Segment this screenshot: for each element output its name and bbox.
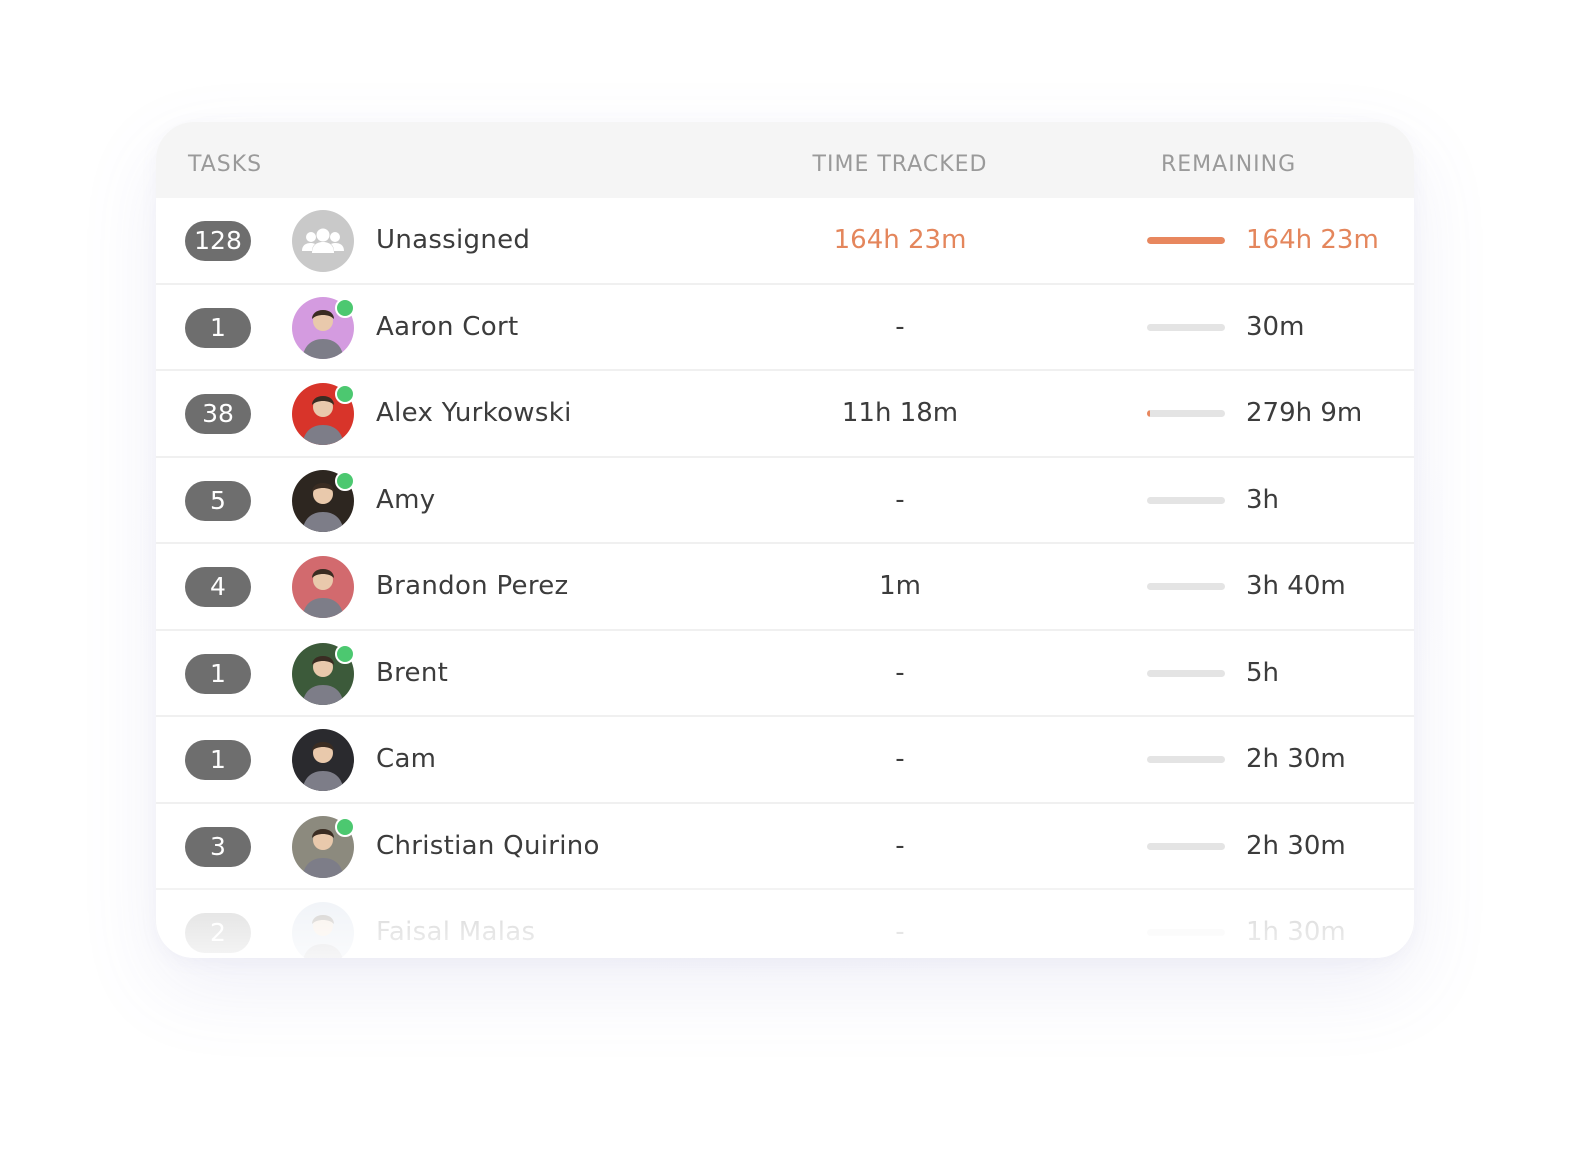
remaining-progress-bar	[1147, 669, 1225, 677]
table-row[interactable]: 4 Brandon Perez 1m 3h 40m	[156, 544, 1414, 631]
remaining-progress-fill	[1147, 237, 1225, 244]
assignee-name[interactable]: Aaron Cort	[376, 312, 518, 342]
remaining-value: 1h 30m	[1246, 917, 1346, 947]
remaining-value: 3h	[1246, 484, 1280, 515]
time-tracked-value: -	[895, 917, 905, 947]
table-row[interactable]: 1 Aaron Cort - 30m	[156, 285, 1414, 371]
avatar	[292, 902, 354, 958]
time-tracked-value: 164h 23m	[833, 225, 967, 255]
task-count-badge: 1	[185, 653, 251, 694]
remaining-value: 3h 40m	[1246, 571, 1346, 601]
table-row[interactable]: 2 Faisal Malas - 1h 30m	[156, 890, 1414, 958]
assignee-name[interactable]: Brandon Perez	[376, 571, 569, 601]
remaining-progress-fill	[1147, 410, 1151, 417]
remaining-progress-bar	[1147, 842, 1225, 850]
time-tracking-table: TASKS TIME TRACKED REMAINING 128 Unassign…	[156, 122, 1414, 958]
task-count-badge: 2	[185, 913, 251, 953]
time-tracked-value: 11h 18m	[841, 398, 959, 428]
task-count-badge: 1	[185, 740, 251, 780]
table-body: 128 Unassigned 164h 23m 164h 23m 1 Aaron Cort…	[156, 198, 1414, 958]
assignee-name[interactable]: Faisal Malas	[376, 917, 535, 947]
table-header: TASKS TIME TRACKED REMAINING	[156, 122, 1414, 198]
time-tracked-value: 1m	[879, 571, 921, 601]
avatar	[292, 729, 354, 791]
assignee-name[interactable]: Cam	[376, 744, 436, 774]
assignee-name[interactable]: Unassigned	[376, 225, 530, 255]
remaining-value: 30m	[1246, 311, 1305, 342]
remaining-value: 2h 30m	[1246, 744, 1346, 774]
time-tracked-value: -	[895, 484, 905, 515]
online-status-dot	[335, 643, 355, 664]
remaining-value: 2h 30m	[1246, 830, 1346, 861]
remaining-value: 164h 23m	[1246, 225, 1379, 255]
time-tracked-value: -	[895, 311, 905, 342]
table-row[interactable]: 5 Amy - 3h	[156, 458, 1414, 544]
time-tracked-value: -	[895, 744, 905, 774]
column-header-time-tracked[interactable]: TIME TRACKED	[806, 152, 994, 177]
time-tracked-value: -	[895, 830, 905, 861]
time-tracked-value: -	[895, 657, 905, 688]
remaining-progress-bar	[1147, 929, 1225, 936]
avatar	[292, 556, 354, 618]
group-icon	[292, 210, 354, 272]
table-row[interactable]: 1 Brent - 5h	[156, 631, 1414, 717]
remaining-progress-bar	[1147, 410, 1225, 417]
remaining-value: 279h 9m	[1246, 398, 1363, 428]
column-header-remaining[interactable]: REMAINING	[1161, 152, 1296, 177]
task-count-badge: 128	[185, 221, 251, 261]
task-count-badge: 38	[185, 394, 251, 434]
task-count-badge: 4	[185, 567, 251, 607]
remaining-progress-bar	[1147, 323, 1225, 331]
task-count-badge: 5	[185, 480, 251, 521]
assignee-name[interactable]: Christian Quirino	[376, 831, 600, 861]
online-status-dot	[335, 470, 355, 491]
remaining-progress-bar	[1147, 583, 1225, 590]
task-count-badge: 1	[185, 307, 251, 348]
online-status-dot	[335, 816, 355, 837]
table-row[interactable]: 38 Alex Yurkowski 11h 18m 279h 9m	[156, 371, 1414, 458]
online-status-dot	[335, 297, 355, 318]
assignee-name[interactable]: Amy	[376, 485, 435, 515]
online-status-dot	[335, 384, 355, 404]
assignee-name[interactable]: Brent	[376, 658, 448, 688]
remaining-progress-bar	[1147, 237, 1225, 244]
table-row[interactable]: 3 Christian Quirino - 2h 30m	[156, 804, 1414, 890]
remaining-progress-bar	[1147, 756, 1225, 763]
table-row[interactable]: 1 Cam - 2h 30m	[156, 717, 1414, 804]
assignee-name[interactable]: Alex Yurkowski	[376, 398, 572, 428]
task-count-badge: 3	[185, 826, 251, 867]
column-header-tasks[interactable]: TASKS	[188, 152, 262, 177]
page-background: TASKS TIME TRACKED REMAINING 128 Unassign…	[0, 0, 1586, 1157]
table-row[interactable]: 128 Unassigned 164h 23m 164h 23m	[156, 198, 1414, 285]
remaining-value: 5h	[1246, 657, 1280, 688]
remaining-progress-bar	[1147, 496, 1225, 504]
